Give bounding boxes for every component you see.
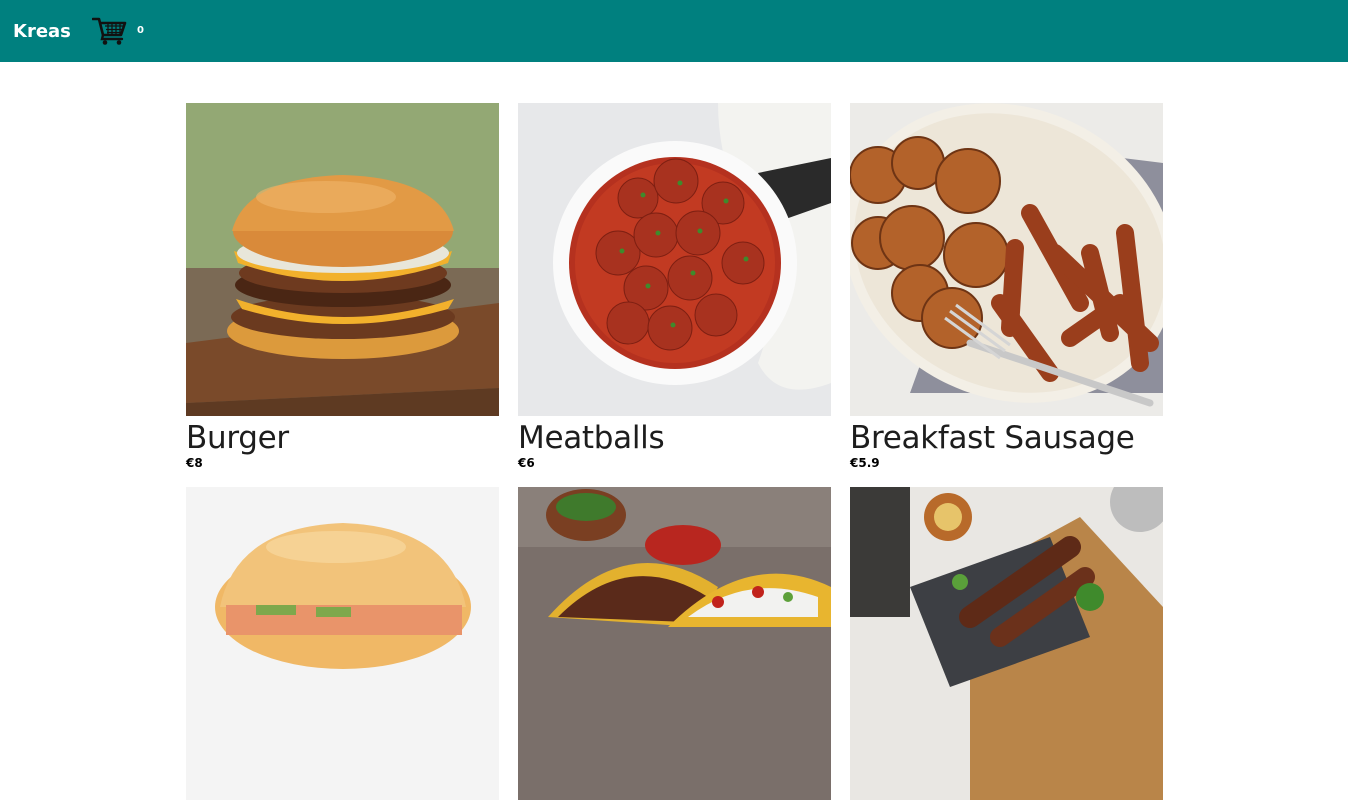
product-name[interactable]: Breakfast Sausage [850,420,1163,456]
product-card-4[interactable] [186,487,499,800]
cart-icon[interactable] [92,16,128,46]
product-price: €6 [518,456,535,470]
product-card-6[interactable] [850,487,1163,800]
product-card-breakfast-sausage[interactable]: Breakfast Sausage €5.9 [850,103,1163,470]
cart-count-badge: 0 [137,25,144,36]
breakfast-sausage-photo[interactable] [850,103,1163,416]
meatballs-photo[interactable] [518,103,831,416]
kebab-photo[interactable] [850,487,1163,800]
chicken-sandwich-photo[interactable] [186,487,499,800]
product-card-meatballs[interactable]: Meatballs €6 [518,103,831,470]
brand-logo-link[interactable]: Kreas [13,20,71,44]
product-price: €5.9 [850,456,880,470]
top-navbar: Kreas 0 [0,0,1348,62]
product-price: €8 [186,456,203,470]
product-name[interactable]: Burger [186,420,499,456]
product-name[interactable]: Meatballs [518,420,831,456]
tacos-photo[interactable] [518,487,831,800]
product-card-5[interactable] [518,487,831,800]
burger-photo[interactable] [186,103,499,416]
product-card-burger[interactable]: Burger €8 [186,103,499,470]
